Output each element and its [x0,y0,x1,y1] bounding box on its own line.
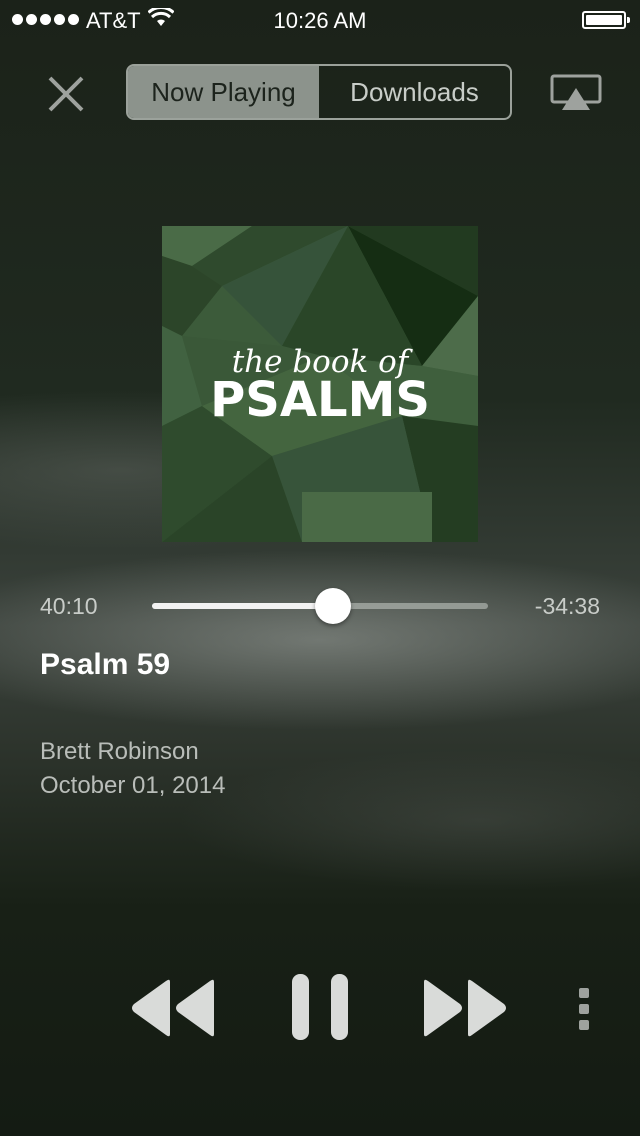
close-button[interactable] [44,72,88,116]
track-date: October 01, 2014 [40,772,226,799]
progress-fill [152,603,334,609]
battery-icon [582,11,630,29]
airplay-button[interactable] [550,74,602,112]
track-author: Brett Robinson [40,738,199,765]
pause-button[interactable] [292,974,348,1040]
pause-icon [292,974,348,1040]
segmented-control: Now Playing Downloads [126,64,512,120]
fast-forward-button[interactable] [422,978,508,1038]
album-artwork: the book of PSALMS [162,226,478,542]
progress-thumb[interactable] [315,588,352,624]
status-bar: AT&T 10:26 AM [0,0,640,40]
progress-slider[interactable] [152,588,488,624]
tab-now-playing[interactable]: Now Playing [128,66,319,118]
remaining-time: -34:38 [534,593,600,619]
rewind-icon [132,979,214,1037]
fast-forward-icon [424,979,506,1037]
tab-downloads[interactable]: Downloads [319,66,510,118]
track-title: Psalm 59 [40,648,171,681]
more-icon [579,988,589,1030]
elapsed-time: 40:10 [40,593,98,619]
artwork-title: PSALMS [210,372,430,428]
airplay-icon [550,74,602,110]
rewind-button[interactable] [130,978,216,1038]
status-time: 10:26 AM [273,8,367,33]
close-icon [48,76,84,112]
more-button[interactable] [574,986,594,1032]
